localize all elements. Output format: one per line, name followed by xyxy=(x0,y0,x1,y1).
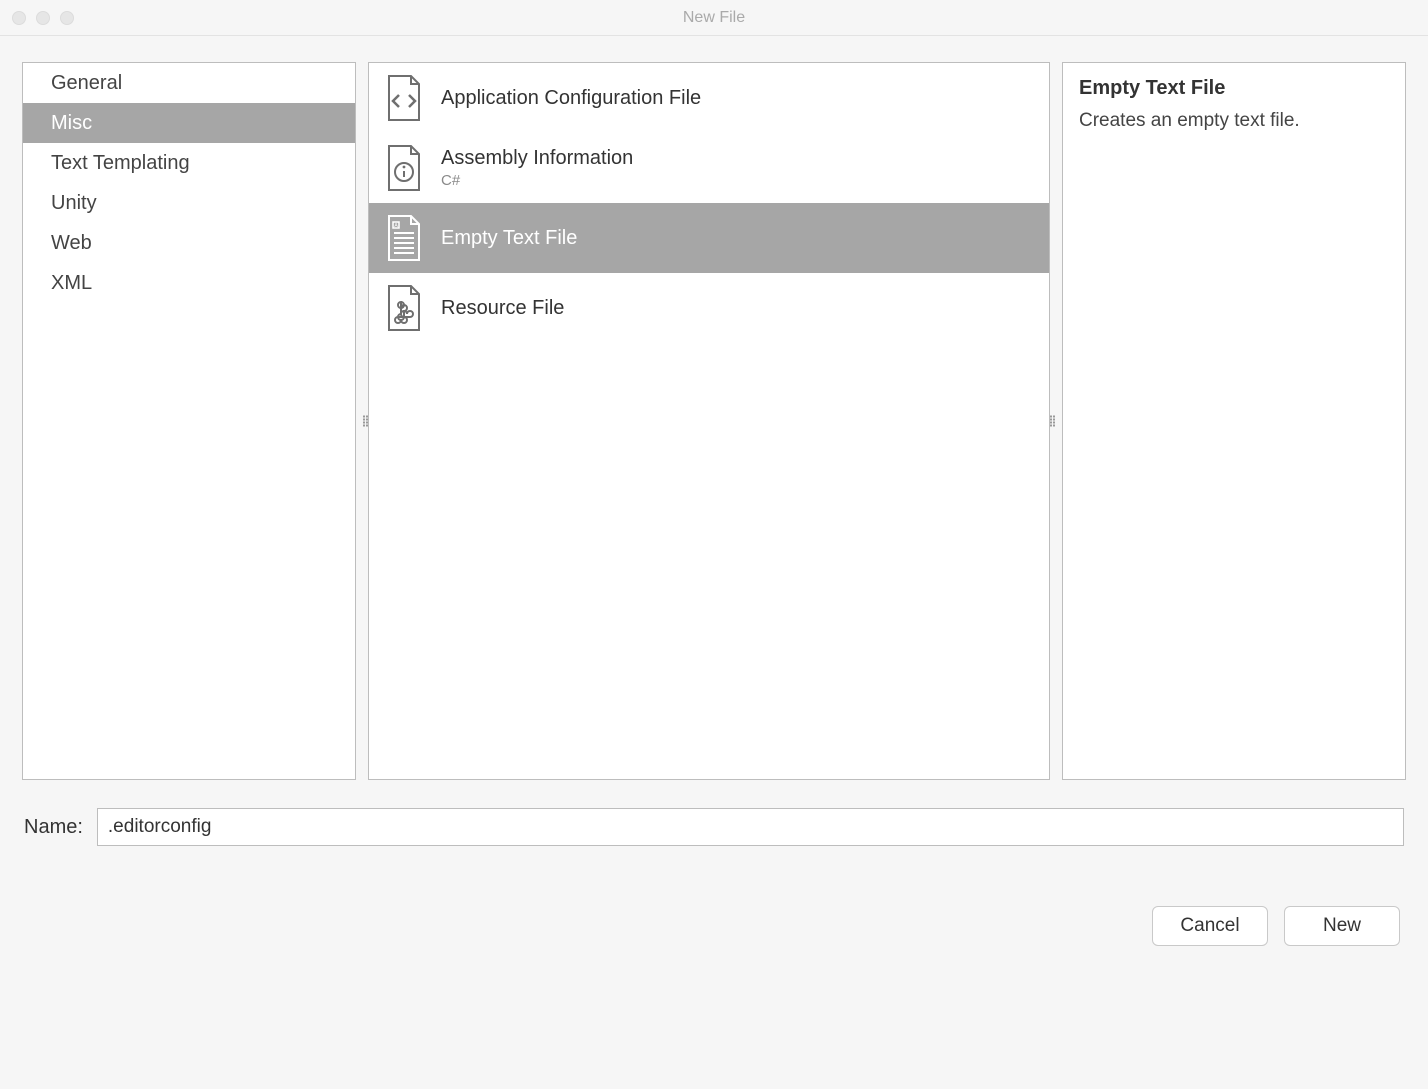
category-label: Text Templating xyxy=(51,152,190,175)
template-item-app-config[interactable]: Application Configuration File xyxy=(369,63,1049,133)
cancel-button[interactable]: Cancel xyxy=(1152,906,1268,946)
category-item-misc[interactable]: Misc xyxy=(23,103,355,143)
template-item-assembly-info[interactable]: Assembly Information C# xyxy=(369,133,1049,203)
name-input[interactable] xyxy=(97,808,1404,846)
template-list: Application Configuration File Assembly … xyxy=(368,62,1050,780)
splitter-handle-left[interactable] xyxy=(363,416,368,427)
category-list: General Misc Text Templating Unity Web X… xyxy=(22,62,356,780)
category-item-web[interactable]: Web xyxy=(23,223,355,263)
description-title: Empty Text File xyxy=(1079,77,1389,100)
category-item-unity[interactable]: Unity xyxy=(23,183,355,223)
template-label: Assembly Information xyxy=(441,147,633,170)
name-label: Name: xyxy=(24,816,83,839)
titlebar: New File xyxy=(0,0,1428,36)
category-item-text-templating[interactable]: Text Templating xyxy=(23,143,355,183)
template-label: Application Configuration File xyxy=(441,87,701,110)
splitter-handle-right[interactable] xyxy=(1050,416,1055,427)
description-panel: Empty Text File Creates an empty text fi… xyxy=(1062,62,1406,780)
new-button-label: New xyxy=(1323,915,1361,937)
template-item-resource-file[interactable]: Resource File xyxy=(369,273,1049,343)
template-sublabel: C# xyxy=(441,172,633,189)
category-label: Unity xyxy=(51,192,97,215)
text-file-icon: A xyxy=(383,214,425,262)
category-label: Web xyxy=(51,232,92,255)
category-item-xml[interactable]: XML xyxy=(23,263,355,303)
template-item-empty-text[interactable]: A Empty Text File xyxy=(369,203,1049,273)
window-title: New File xyxy=(0,9,1428,27)
template-label: Empty Text File xyxy=(441,227,577,250)
template-label: Resource File xyxy=(441,297,564,320)
cancel-button-label: Cancel xyxy=(1180,915,1239,937)
info-file-icon xyxy=(383,144,425,192)
command-file-icon xyxy=(383,284,425,332)
category-label: XML xyxy=(51,272,92,295)
category-label: General xyxy=(51,72,122,95)
category-label: Misc xyxy=(51,112,92,135)
code-file-icon xyxy=(383,74,425,122)
description-body: Creates an empty text file. xyxy=(1079,110,1389,132)
category-item-general[interactable]: General xyxy=(23,63,355,103)
new-button[interactable]: New xyxy=(1284,906,1400,946)
